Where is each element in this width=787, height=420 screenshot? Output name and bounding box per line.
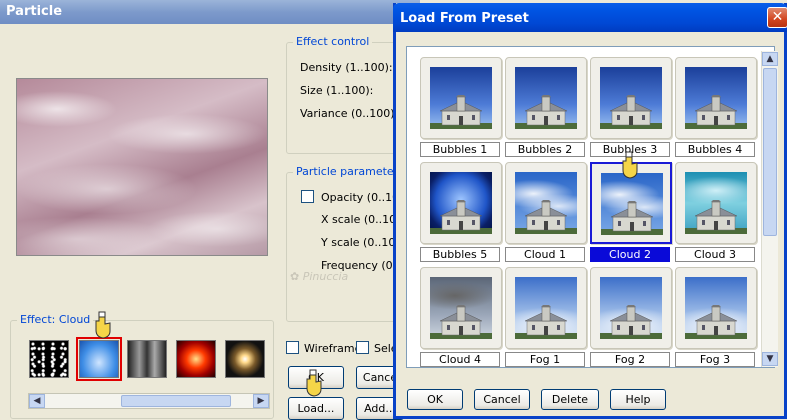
preset-caption[interactable]: Bubbles 5 xyxy=(420,247,500,262)
preset-thumbnail-frame[interactable] xyxy=(675,162,757,244)
effect-flare-thumbnail[interactable] xyxy=(225,340,265,378)
preset-thumbnail-image xyxy=(430,67,492,129)
size-label: Size (1..100): xyxy=(300,84,374,97)
preset-cancel-button[interactable]: Cancel xyxy=(474,389,530,410)
preset-thumbnail-frame[interactable] xyxy=(420,267,502,349)
effect-stars-thumbnail[interactable] xyxy=(29,340,69,378)
effect-control-label: Effect control xyxy=(293,35,373,48)
preset-ok-button[interactable]: OK xyxy=(407,389,463,410)
preset-caption[interactable]: Cloud 3 xyxy=(675,247,755,262)
preset-thumbnail-image xyxy=(430,277,492,339)
preset-thumbnail-frame[interactable] xyxy=(590,267,672,349)
preset-thumbnail-frame[interactable] xyxy=(420,162,502,244)
particle-parameters-label: Particle parameters xyxy=(293,165,407,178)
variance-label: Variance (0..100): xyxy=(300,107,399,120)
effect-smoke-thumbnail[interactable] xyxy=(127,340,167,378)
preset-thumbnail-frame[interactable] xyxy=(675,57,757,139)
preset-thumbnail-image xyxy=(685,277,747,339)
density-label: Density (1..100): xyxy=(300,61,393,74)
preset-thumbnail-image xyxy=(515,277,577,339)
load-from-preset-dialog: Load From Preset ✕ Bubbles 1 Bubbles 2 Bub… xyxy=(393,3,787,419)
preset-thumbnail-image xyxy=(601,173,663,235)
pointing-hand-icon xyxy=(622,151,638,179)
scrollbar-thumb[interactable] xyxy=(763,68,777,236)
preset-thumbnail-image xyxy=(430,172,492,234)
preset-thumbnail-frame[interactable] xyxy=(505,162,587,244)
preset-caption[interactable]: Bubbles 2 xyxy=(505,142,585,157)
load-button[interactable]: Load... xyxy=(288,397,344,420)
preset-item[interactable]: Fog 3 xyxy=(675,267,757,367)
watermark-text: ✿ Pinuccia xyxy=(290,270,349,283)
preset-thumbnail-frame[interactable] xyxy=(505,267,587,349)
xscale-label: X scale (0..100 xyxy=(321,213,404,226)
preset-item[interactable]: Fog 1 xyxy=(505,267,587,367)
scroll-right-icon[interactable]: ▶ xyxy=(253,394,269,408)
preset-caption[interactable]: Fog 3 xyxy=(675,352,755,367)
preset-thumbnail-frame[interactable] xyxy=(590,57,672,139)
wireframe-checkbox[interactable] xyxy=(286,341,299,354)
preset-item[interactable]: Bubbles 2 xyxy=(505,57,587,161)
select-checkbox[interactable] xyxy=(356,341,369,354)
preset-item[interactable]: Fog 2 xyxy=(590,267,672,367)
preset-vertical-scrollbar[interactable] xyxy=(761,51,778,367)
pointing-hand-icon xyxy=(95,311,111,339)
opacity-checkbox[interactable] xyxy=(301,190,314,203)
preset-thumbnail-frame[interactable] xyxy=(420,57,502,139)
preset-title: Load From Preset xyxy=(400,11,529,26)
preset-caption[interactable]: Fog 2 xyxy=(590,352,670,367)
preset-thumbnail-image xyxy=(515,67,577,129)
wireframe-label: Wireframe xyxy=(304,342,362,355)
preset-delete-button[interactable]: Delete xyxy=(541,389,599,410)
effects-horizontal-scrollbar[interactable] xyxy=(28,393,270,409)
preset-thumbnail-image xyxy=(515,172,577,234)
preset-thumbnail-image xyxy=(685,172,747,234)
scroll-up-icon[interactable]: ▲ xyxy=(762,52,778,66)
preset-item[interactable]: Bubbles 5 xyxy=(420,162,502,266)
preset-item[interactable]: Bubbles 3 xyxy=(590,57,672,161)
preset-caption[interactable]: Cloud 1 xyxy=(505,247,585,262)
watermark-label: Pinuccia xyxy=(302,270,349,283)
scroll-left-icon[interactable]: ◀ xyxy=(29,394,45,408)
preset-item[interactable]: Bubbles 4 xyxy=(675,57,757,161)
preset-thumbnail-image xyxy=(600,277,662,339)
preset-thumbnail-frame[interactable] xyxy=(505,57,587,139)
effect-cloud-thumbnail[interactable] xyxy=(76,337,122,381)
effect-fire-thumbnail[interactable] xyxy=(176,340,216,378)
effect-label: Effect: Cloud xyxy=(17,313,94,326)
preset-item[interactable]: Cloud 1 xyxy=(505,162,587,266)
preset-item[interactable]: Cloud 3 xyxy=(675,162,757,266)
pointing-hand-icon xyxy=(306,369,322,397)
preset-item[interactable]: Bubbles 1 xyxy=(420,57,502,161)
scroll-down-icon[interactable]: ▼ xyxy=(762,352,778,366)
yscale-label: Y scale (0..100 xyxy=(321,236,403,249)
preset-caption[interactable]: Cloud 2 xyxy=(590,247,670,262)
preset-thumbnail-image xyxy=(685,67,747,129)
preset-thumbnail-image xyxy=(600,67,662,129)
preset-grid: Bubbles 1 Bubbles 2 Bubbles 3 Bubbles 4 Bubb… xyxy=(406,46,775,368)
close-icon[interactable]: ✕ xyxy=(767,7,787,28)
preset-caption[interactable]: Bubbles 1 xyxy=(420,142,500,157)
preset-help-button[interactable]: Help xyxy=(610,389,666,410)
preset-item[interactable]: Cloud 4 xyxy=(420,267,502,367)
preset-thumbnail-frame[interactable] xyxy=(675,267,757,349)
scrollbar-thumb[interactable] xyxy=(121,395,231,407)
particle-dialog: Particle Effect control Density (1..100)… xyxy=(0,0,420,420)
preset-titlebar: Load From Preset ✕ xyxy=(393,3,787,32)
preset-caption[interactable]: Fog 1 xyxy=(505,352,585,367)
effect-preview xyxy=(16,78,268,256)
preset-caption[interactable]: Bubbles 4 xyxy=(675,142,755,157)
particle-titlebar: Particle xyxy=(0,0,420,24)
preset-caption[interactable]: Cloud 4 xyxy=(420,352,500,367)
